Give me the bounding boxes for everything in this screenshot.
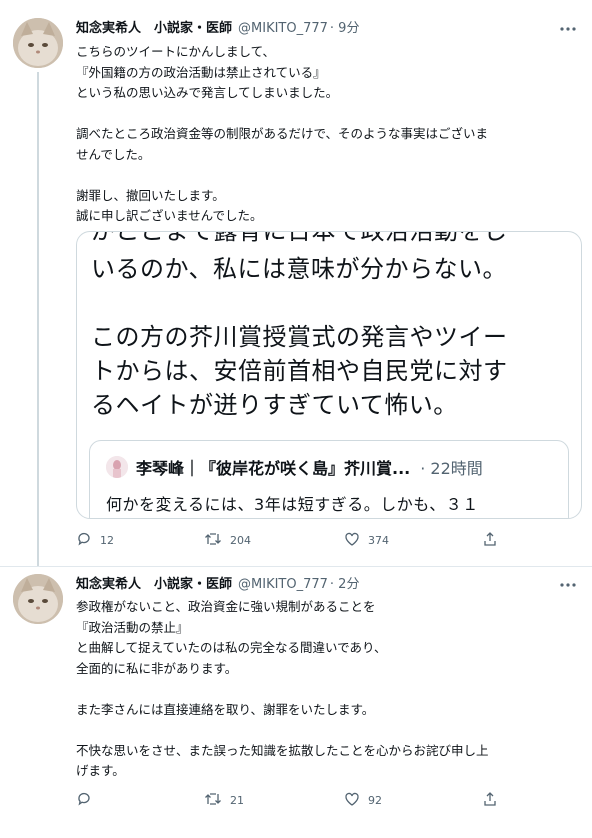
like-button[interactable]: 92 [344,791,382,810]
tweet-1[interactable]: 知念実希人 小説家・医師 @MIKITO_777 · 9分 こちらのツイートにかんし… [0,0,592,567]
display-name[interactable]: 知念実希人 小説家・医師 [76,577,232,592]
action-bar: 21 92 [76,791,506,811]
timestamp[interactable]: · 2分 [330,577,360,592]
quote-cut-line: がここまで露骨に日本で政治活動をし [91,231,508,245]
heart-icon [344,531,360,550]
retweet-count: 21 [230,794,244,807]
tweet-header: 知念実希人 小説家・医師 @MIKITO_777 · 2分 [76,576,359,594]
user-handle[interactable]: @MIKITO_777 [238,21,328,36]
nested-quote-card[interactable]: 李琴峰｜『彼岸花が咲く島』芥川賞... · 22時間 何かを変えるには、3年は短す… [89,440,569,518]
share-button[interactable] [482,531,498,550]
nested-avatar-icon [106,456,128,478]
reply-button[interactable]: 12 [76,531,114,550]
like-count: 374 [368,534,389,547]
reply-button[interactable] [76,791,100,810]
user-handle[interactable]: @MIKITO_777 [238,577,328,592]
tweet-text: こちらのツイートにかんしまして、 『外国籍の方の政治活動は禁止されている』 とい… [76,44,489,223]
retweet-icon [204,531,222,550]
more-icon[interactable] [558,20,578,38]
display-name[interactable]: 知念実希人 小説家・医師 [76,21,232,36]
like-button[interactable]: 374 [344,531,389,550]
quoted-tweet-image[interactable]: がここまで露骨に日本で政治活動をし いるのか、私には意味が分からない。 この方の… [76,231,582,519]
reply-count: 12 [100,534,114,547]
share-icon [482,531,498,550]
more-icon[interactable] [558,576,578,594]
nested-quote-header: 李琴峰｜『彼岸花が咲く島』芥川賞... · 22時間 [106,455,483,479]
share-icon [482,791,498,810]
nested-timestamp: · 22時間 [420,459,483,478]
cat-avatar-icon[interactable] [13,18,63,68]
action-bar: 12 204 374 [76,531,506,551]
nested-display-name: 李琴峰｜『彼岸花が咲く島』芥川賞... [136,459,411,478]
tweet-text: 参政権がないこと、政治資金に強い規制があることを 『政治活動の禁止』 と曲解して… [76,599,489,778]
retweet-button[interactable]: 204 [204,531,251,550]
tweet-2[interactable]: 知念実希人 小説家・医師 @MIKITO_777 · 2分 参政権がないこと、政治資… [0,567,592,838]
tweet-header: 知念実希人 小説家・医師 @MIKITO_777 · 9分 [76,20,359,38]
heart-icon [344,791,360,810]
reply-icon [76,531,92,550]
retweet-icon [204,791,222,810]
retweet-button[interactable]: 21 [204,791,244,810]
nested-quote-text: 何かを変えるには、3年は短すぎる。しかも、３１ [106,495,479,514]
thread-line [37,72,39,566]
quote-text: いるのか、私には意味が分からない。 この方の芥川賞授賞式の発言やツイー トからは… [91,255,508,419]
timestamp[interactable]: · 9分 [330,21,360,36]
retweet-count: 204 [230,534,251,547]
reply-icon [76,791,92,810]
like-count: 92 [368,794,382,807]
share-button[interactable] [482,791,498,810]
cat-avatar-icon[interactable] [13,574,63,624]
